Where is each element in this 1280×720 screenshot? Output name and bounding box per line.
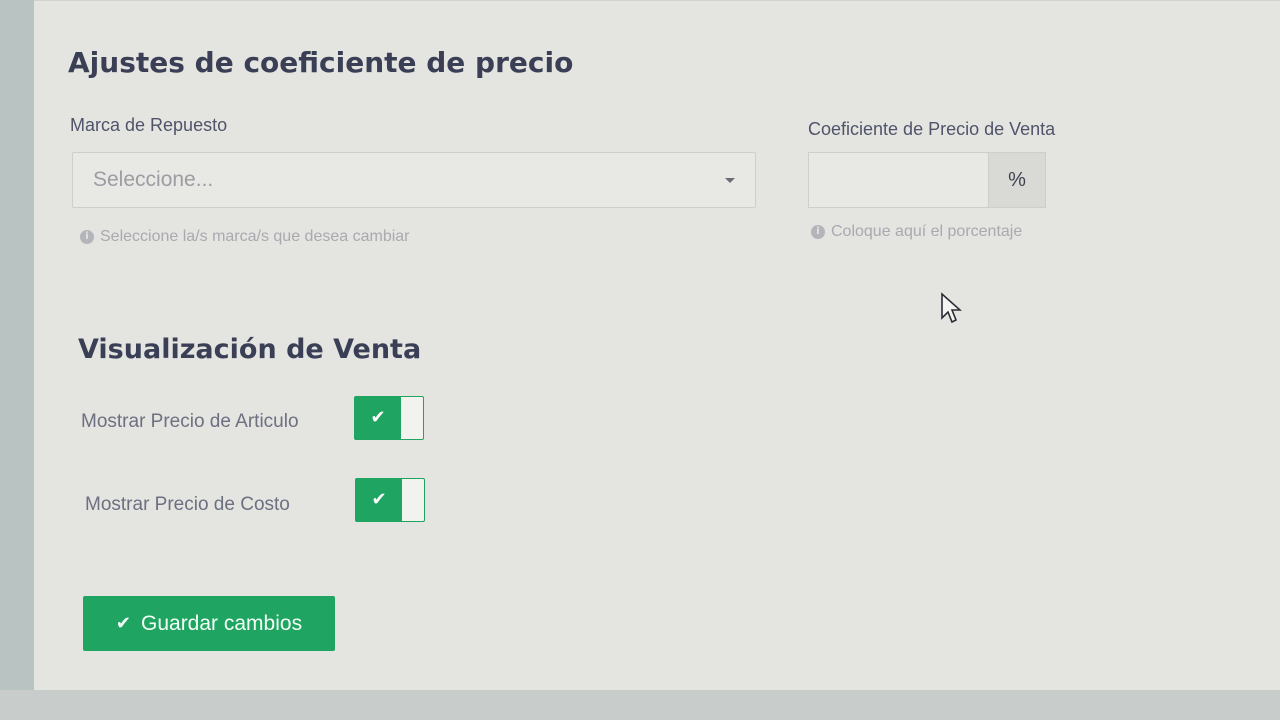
brand-help: i Seleccione la/s marca/s que desea camb… (80, 228, 410, 246)
coefficient-input[interactable] (808, 152, 988, 208)
left-sidebar-edge (0, 0, 34, 720)
check-icon: ✔ (356, 479, 402, 521)
show-cost-price-label: Mostrar Precio de Costo (85, 494, 290, 515)
brand-select[interactable]: Seleccione... (72, 152, 756, 208)
mouse-cursor-icon (941, 292, 962, 324)
coefficient-help-text: Coloque aquí el porcentaje (831, 223, 1023, 240)
save-changes-button[interactable]: ✔ Guardar cambios (83, 596, 335, 651)
show-cost-price-toggle[interactable]: ✔ (355, 478, 425, 522)
brand-select-placeholder: Seleccione... (93, 168, 214, 191)
chevron-down-icon (725, 178, 735, 183)
coefficient-label: Coeficiente de Precio de Venta (808, 119, 1056, 139)
coefficient-help: i Coloque aquí el porcentaje (811, 223, 1022, 241)
check-icon: ✔ (355, 397, 401, 439)
info-icon: i (811, 225, 825, 239)
show-article-price-toggle[interactable]: ✔ (354, 396, 424, 440)
bottom-edge (0, 690, 1280, 720)
info-icon: i (80, 230, 94, 244)
percent-addon: % (988, 152, 1046, 208)
pricing-section-title: Ajustes de coeficiente de precio (68, 46, 574, 79)
brand-label: Marca de Repuesto (70, 115, 228, 135)
check-icon: ✔ (115, 613, 131, 634)
show-article-price-label: Mostrar Precio de Articulo (81, 411, 299, 432)
save-changes-label: Guardar cambios (141, 611, 303, 635)
brand-help-text: Seleccione la/s marca/s que desea cambia… (100, 228, 410, 245)
visualization-section-title: Visualización de Venta (78, 334, 422, 365)
